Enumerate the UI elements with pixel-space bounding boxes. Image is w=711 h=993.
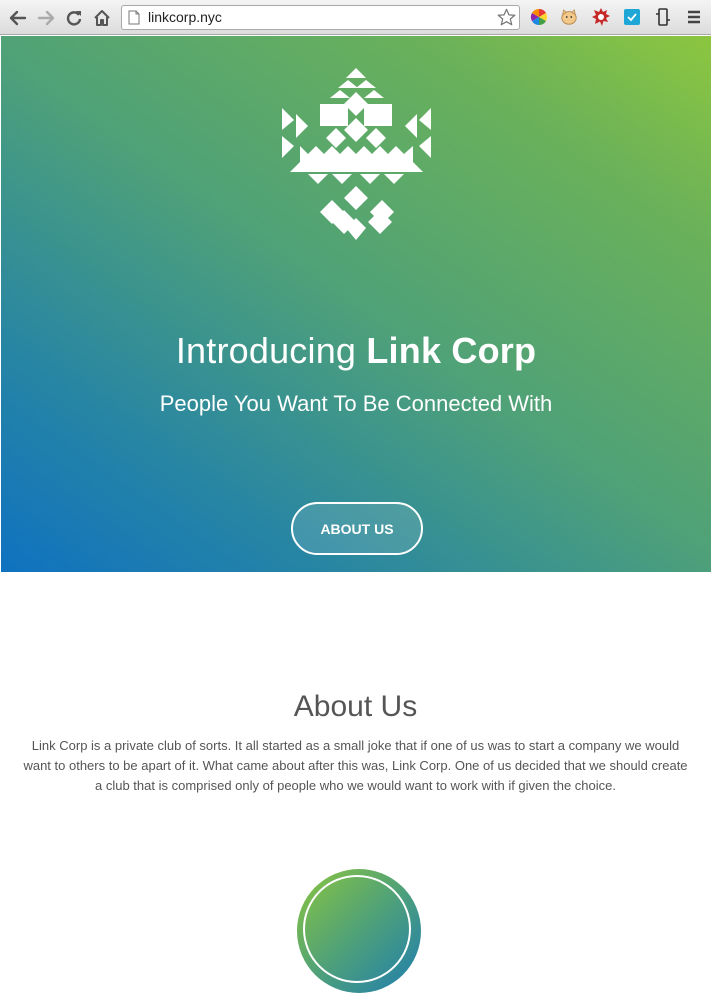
reload-icon[interactable] (64, 8, 84, 28)
cat-extension-icon[interactable] (560, 8, 578, 26)
menu-icon[interactable] (685, 8, 703, 26)
page-icon (128, 10, 140, 30)
profile-circle (297, 869, 421, 993)
back-icon[interactable] (8, 8, 28, 28)
url-text[interactable]: linkcorp.nyc (148, 9, 222, 25)
hero-title-intro: Introducing (175, 330, 367, 371)
about-text: Link Corp is a private club of sorts. It… (23, 738, 688, 793)
hero-title-brand: Link Corp (366, 330, 537, 371)
hero-title: Introducing Link Corp (1, 330, 711, 372)
profile-circle-ring (303, 875, 411, 983)
color-wheel-extension-icon[interactable] (530, 8, 548, 26)
about-us-button[interactable]: ABOUT US (291, 502, 423, 555)
device-extension-icon[interactable] (654, 8, 672, 26)
geometric-diamond-logo (282, 68, 431, 240)
hero-subtitle: People You Want To Be Connected With (159, 391, 553, 416)
about-title: About Us (293, 690, 418, 723)
address-bar[interactable]: linkcorp.nyc (121, 5, 520, 30)
browser-toolbar: linkcorp.nyc (0, 0, 711, 35)
checkbox-extension-icon[interactable] (623, 8, 641, 26)
home-icon[interactable] (92, 8, 112, 28)
gear-extension-icon[interactable] (592, 8, 610, 26)
bookmark-star-icon[interactable] (497, 8, 516, 32)
hero-section: Introducing Link Corp People You Want To… (1, 36, 711, 572)
forward-icon[interactable] (36, 8, 56, 28)
